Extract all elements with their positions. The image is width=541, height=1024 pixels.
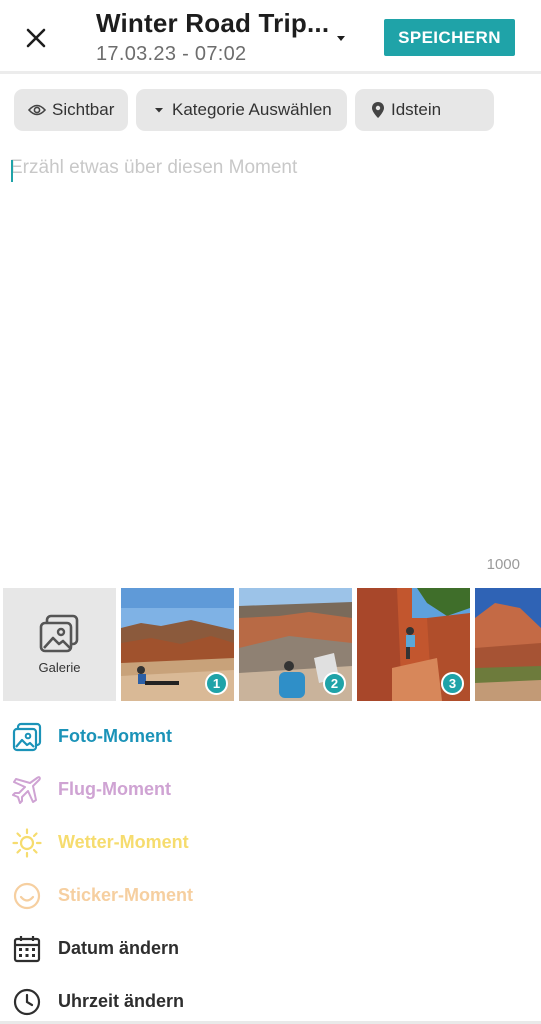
menu-item-wetter-moment[interactable]: Wetter-Moment bbox=[0, 816, 541, 869]
title-dropdown-caret-icon[interactable] bbox=[334, 33, 348, 43]
airplane-icon bbox=[12, 775, 42, 805]
date-time-subtitle: 17.03.23 - 07:02 bbox=[96, 43, 247, 65]
photo-icon bbox=[12, 722, 42, 752]
page-title[interactable]: Winter Road Trip... bbox=[96, 8, 356, 39]
photo-image bbox=[475, 588, 541, 701]
moment-text-input[interactable] bbox=[10, 157, 530, 547]
moment-type-menu: Foto-Moment Flug-Moment Wetter-Moment St… bbox=[0, 710, 541, 1024]
text-cursor bbox=[11, 160, 13, 182]
clock-icon bbox=[12, 987, 42, 1017]
gallery-icon bbox=[39, 614, 78, 653]
visibility-chip[interactable]: Sichtbar bbox=[14, 89, 128, 131]
character-counter: 1000 bbox=[486, 556, 520, 573]
gallery-button-label: Galerie bbox=[38, 660, 81, 675]
top-app-bar: Winter Road Trip... 17.03.23 - 07:02 SPE… bbox=[0, 0, 541, 74]
menu-item-foto-moment[interactable]: Foto-Moment bbox=[0, 710, 541, 763]
menu-item-sticker-moment[interactable]: Sticker-Moment bbox=[0, 869, 541, 922]
photo-order-badge: 3 bbox=[441, 672, 464, 695]
menu-item-change-date[interactable]: Datum ändern bbox=[0, 922, 541, 975]
close-button[interactable] bbox=[20, 22, 52, 54]
category-chip[interactable]: Kategorie Auswählen bbox=[136, 89, 347, 131]
calendar-icon bbox=[12, 934, 42, 964]
menu-item-label: Uhrzeit ändern bbox=[58, 991, 185, 1011]
photo-thumbnail[interactable] bbox=[475, 588, 541, 701]
photo-thumbnail[interactable]: 1 bbox=[121, 588, 234, 701]
close-icon bbox=[26, 28, 46, 48]
smiley-icon bbox=[12, 881, 42, 911]
location-chip[interactable]: Idstein bbox=[355, 89, 494, 131]
location-pin-icon bbox=[372, 102, 384, 118]
menu-item-label: Datum ändern bbox=[58, 938, 180, 958]
visibility-chip-label: Sichtbar bbox=[52, 100, 115, 119]
photo-order-badge: 1 bbox=[205, 672, 228, 695]
gallery-button[interactable]: Galerie bbox=[3, 588, 116, 701]
title-block[interactable]: Winter Road Trip... 17.03.23 - 07:02 bbox=[96, 8, 356, 66]
eye-icon bbox=[28, 104, 46, 116]
photo-order-badge: 2 bbox=[323, 672, 346, 695]
photo-thumbnail[interactable]: 3 bbox=[357, 588, 470, 701]
category-chip-label: Kategorie Auswählen bbox=[172, 100, 332, 119]
menu-item-label: Foto-Moment bbox=[58, 726, 172, 746]
menu-item-label: Wetter-Moment bbox=[58, 832, 189, 852]
sun-icon bbox=[12, 827, 42, 858]
save-button[interactable]: SPEICHERN bbox=[384, 19, 515, 56]
menu-item-flug-moment[interactable]: Flug-Moment bbox=[0, 763, 541, 816]
photo-strip: Galerie 1 2 3 bbox=[0, 588, 541, 702]
menu-item-label: Flug-Moment bbox=[58, 779, 171, 799]
menu-item-label: Sticker-Moment bbox=[58, 885, 194, 905]
menu-item-change-time[interactable]: Uhrzeit ändern bbox=[0, 975, 541, 1024]
location-chip-label: Idstein bbox=[391, 100, 442, 119]
caret-down-icon bbox=[155, 108, 163, 113]
photo-thumbnail[interactable]: 2 bbox=[239, 588, 352, 701]
